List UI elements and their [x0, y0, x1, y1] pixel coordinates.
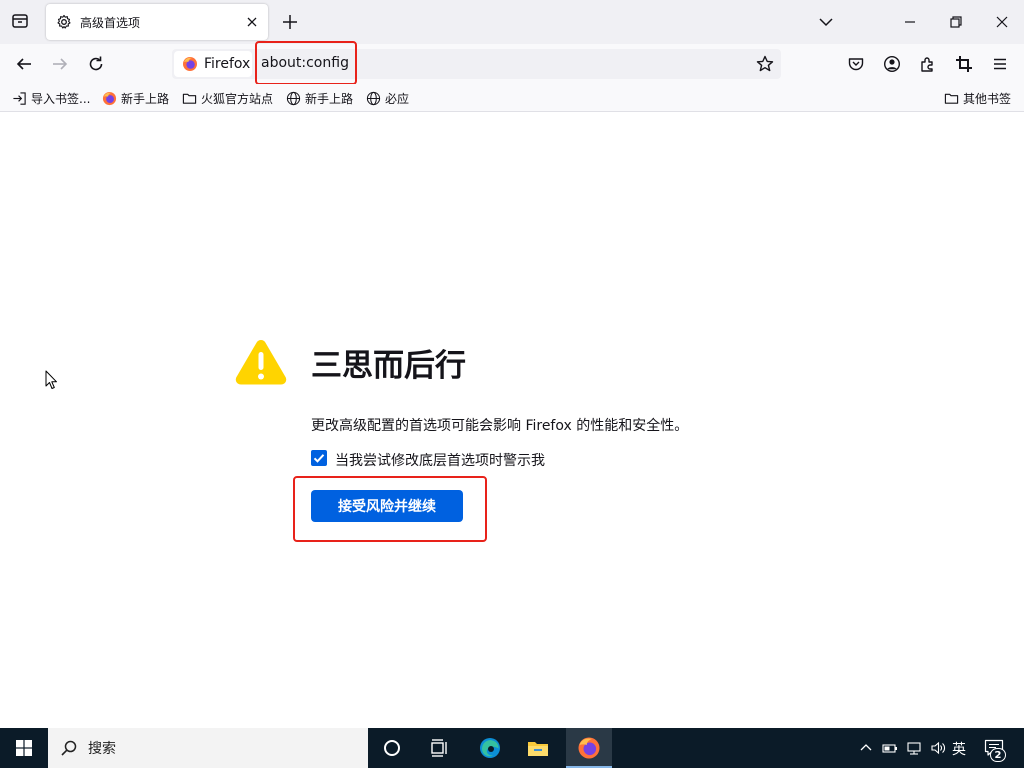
import-icon — [13, 91, 26, 105]
volume-icon[interactable] — [930, 740, 946, 756]
network-icon[interactable] — [906, 740, 922, 756]
gear-icon — [57, 14, 71, 29]
warning-icon — [235, 340, 287, 385]
close-tab-icon[interactable] — [244, 14, 260, 30]
crop-icon[interactable] — [954, 54, 974, 74]
checkmark-icon — [313, 454, 325, 463]
close-window-icon[interactable] — [992, 12, 1012, 32]
identity-box[interactable]: Firefox — [174, 51, 252, 77]
folder-icon — [944, 93, 959, 104]
page-title: 三思而后行 — [311, 348, 466, 384]
forward-icon[interactable] — [50, 54, 70, 74]
url-highlight-box — [255, 41, 357, 85]
notification-count-badge: 2 — [990, 748, 1006, 762]
bookmark-label: 导入书签... — [31, 91, 91, 106]
search-icon — [61, 740, 77, 756]
menu-icon[interactable] — [990, 54, 1010, 74]
nav-bar: Firefox about:config — [0, 44, 1024, 84]
bookmark-getting-started-2[interactable]: 新手上路 — [286, 90, 353, 106]
extensions-icon[interactable] — [918, 54, 938, 74]
folder-icon — [182, 93, 197, 104]
firefox-view-icon — [12, 14, 28, 28]
taskbar-search[interactable]: 搜索 — [48, 728, 368, 768]
firefox-view-button[interactable] — [8, 9, 32, 33]
search-placeholder: 搜索 — [88, 741, 116, 757]
battery-icon[interactable] — [882, 740, 898, 756]
mouse-cursor-icon — [45, 370, 57, 389]
account-icon[interactable] — [882, 54, 902, 74]
warning-checkbox-label[interactable]: 当我尝试修改底层首选项时警示我 — [335, 450, 545, 470]
chevron-down-icon[interactable] — [816, 12, 836, 32]
tab-strip: 高级首选项 — [0, 0, 1024, 44]
back-icon[interactable] — [14, 54, 34, 74]
button-highlight-box — [293, 476, 487, 542]
warning-description: 更改高级配置的首选项可能会影响 Firefox 的性能和安全性。 — [311, 418, 689, 434]
reload-icon[interactable] — [86, 54, 106, 74]
identity-label: Firefox — [204, 56, 251, 72]
firefox-icon — [102, 91, 117, 105]
tab-advanced-preferences[interactable]: 高级首选项 — [46, 4, 268, 40]
chevron-up-icon[interactable] — [858, 740, 874, 756]
file-explorer-icon[interactable] — [526, 736, 550, 760]
bookmark-label: 火狐官方站点 — [201, 91, 274, 106]
bookmark-label: 新手上路 — [121, 91, 170, 106]
new-tab-icon[interactable] — [280, 12, 300, 32]
bookmark-label: 必应 — [385, 91, 410, 106]
bookmark-label: 新手上路 — [305, 91, 354, 106]
bookmark-getting-started[interactable]: 新手上路 — [102, 90, 169, 106]
other-bookmarks-label: 其他书签 — [963, 91, 1012, 106]
cortana-icon[interactable] — [380, 736, 404, 760]
input-method-indicator[interactable]: 英 — [952, 739, 966, 759]
bookmark-folder-firefox-official[interactable]: 火狐官方站点 — [182, 90, 273, 106]
globe-icon — [366, 91, 381, 105]
restore-icon[interactable] — [946, 12, 966, 32]
bookmark-import[interactable]: 导入书签... — [12, 90, 90, 106]
tab-title: 高级首选项 — [80, 15, 141, 30]
edge-icon[interactable] — [478, 736, 502, 760]
pocket-icon[interactable] — [846, 54, 866, 74]
firefox-icon — [183, 57, 197, 71]
globe-icon — [286, 91, 301, 105]
task-view-icon[interactable] — [428, 736, 452, 760]
windows-start-icon[interactable] — [16, 740, 32, 756]
taskbar: 搜索 英 2 — [0, 728, 1024, 768]
bookmarks-toolbar: 导入书签... 新手上路 火狐官方站点 新手上路 必应 其他书签 — [0, 84, 1024, 112]
bookmark-bing[interactable]: 必应 — [366, 90, 409, 106]
firefox-icon[interactable] — [577, 736, 601, 760]
other-bookmarks[interactable]: 其他书签 — [944, 90, 1011, 106]
warning-checkbox[interactable] — [311, 450, 327, 466]
minimize-icon[interactable] — [900, 12, 920, 32]
star-icon[interactable] — [755, 54, 775, 74]
